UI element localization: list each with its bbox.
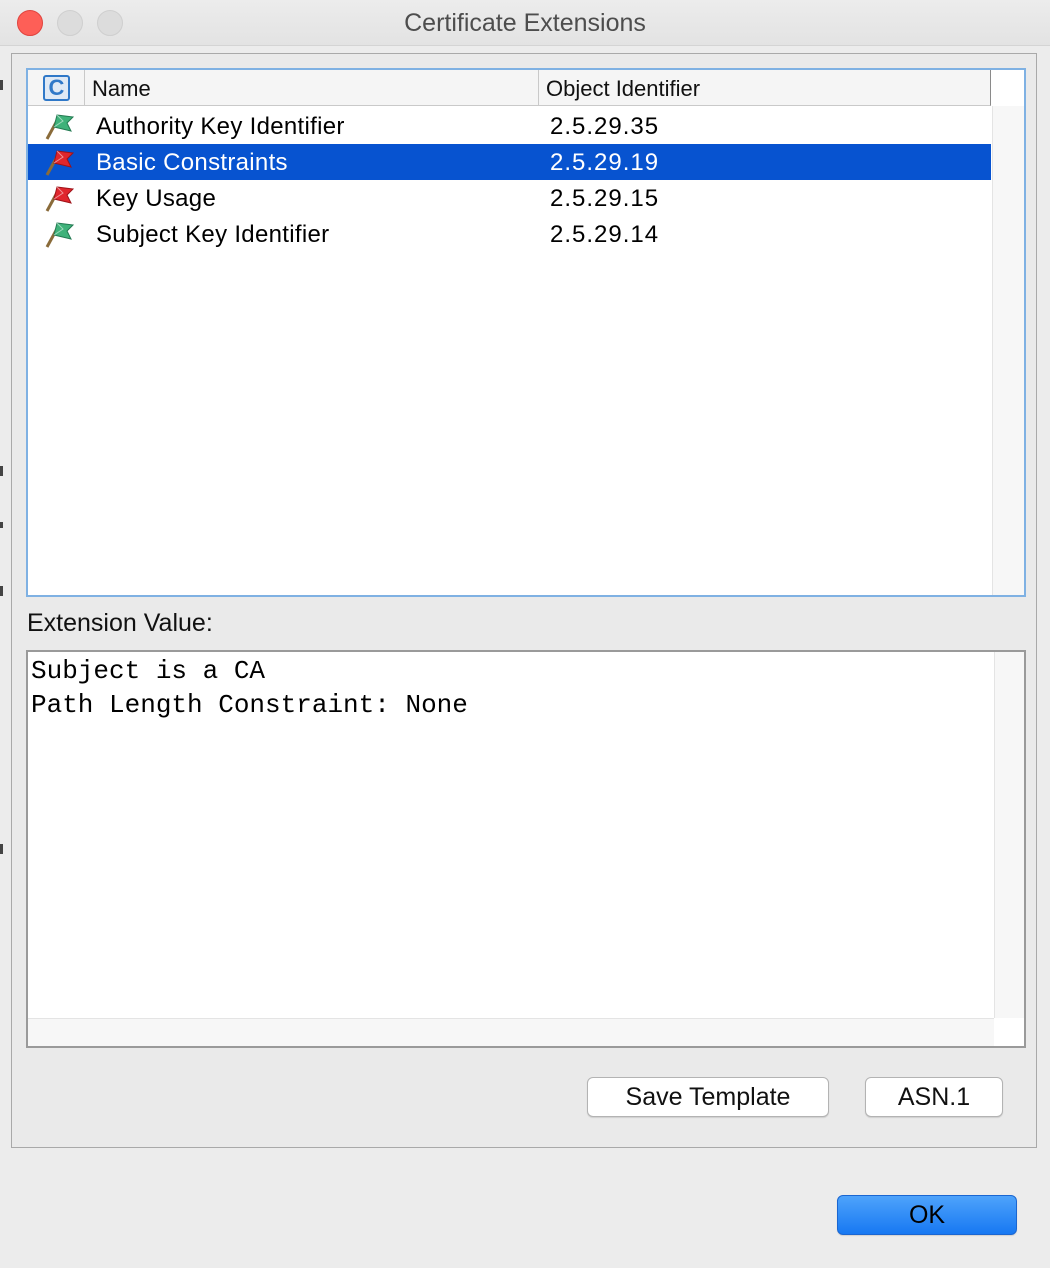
extension-value-textarea[interactable]: Subject is a CA Path Length Constraint: … — [26, 650, 1026, 1048]
textarea-horizontal-scrollbar[interactable] — [28, 1018, 994, 1046]
extension-name: Basic Constraints — [96, 149, 288, 176]
ok-button[interactable]: OK — [837, 1195, 1017, 1235]
textarea-vertical-scrollbar[interactable] — [994, 652, 1024, 1018]
extension-oid: 2.5.29.35 — [550, 113, 660, 140]
save-template-button[interactable]: Save Template — [587, 1077, 829, 1117]
critical-flag-icon — [41, 183, 75, 213]
table-row[interactable]: Basic Constraints 2.5.29.19 — [28, 144, 991, 180]
extension-value-label: Extension Value: — [27, 609, 213, 637]
window-title: Certificate Extensions — [404, 9, 646, 37]
extension-name: Key Usage — [96, 185, 217, 212]
critical-flag-icon — [41, 147, 75, 177]
extension-oid: 2.5.29.15 — [550, 185, 660, 212]
extensions-table[interactable]: C Name Object Identifier Authority Key I… — [26, 68, 1026, 597]
asn1-button[interactable]: ASN.1 — [865, 1077, 1003, 1117]
table-row[interactable]: Authority Key Identifier 2.5.29.35 — [28, 108, 991, 144]
extension-name: Authority Key Identifier — [96, 113, 345, 140]
noncritical-flag-icon — [41, 219, 75, 249]
column-header-critical[interactable]: C — [28, 70, 85, 105]
extension-oid: 2.5.29.19 — [550, 149, 660, 176]
column-header-oid[interactable]: Object Identifier — [539, 70, 991, 105]
background-window-edge — [0, 522, 3, 528]
table-row[interactable]: Key Usage 2.5.29.15 — [28, 180, 991, 216]
table-row[interactable]: Subject Key Identifier 2.5.29.14 — [28, 216, 991, 252]
title-bar: Certificate Extensions — [0, 0, 1050, 46]
extension-value-text: Subject is a CA Path Length Constraint: … — [31, 654, 468, 722]
background-window-edge — [0, 844, 3, 854]
background-window-edge — [0, 466, 3, 476]
extension-line-1: Subject is a CA — [31, 656, 266, 686]
critical-column-icon: C — [43, 75, 70, 101]
extension-name: Subject Key Identifier — [96, 221, 330, 248]
table-header: C Name Object Identifier — [28, 70, 991, 106]
background-window-edge — [0, 586, 3, 596]
extension-oid: 2.5.29.14 — [550, 221, 660, 248]
background-window-edge — [0, 80, 3, 90]
extension-line-2: Path Length Constraint: None — [31, 690, 468, 720]
table-vertical-scrollbar[interactable] — [992, 106, 1024, 595]
column-header-name[interactable]: Name — [85, 70, 539, 105]
table-body: Authority Key Identifier 2.5.29.35 Basic C… — [28, 108, 991, 252]
noncritical-flag-icon — [41, 111, 75, 141]
